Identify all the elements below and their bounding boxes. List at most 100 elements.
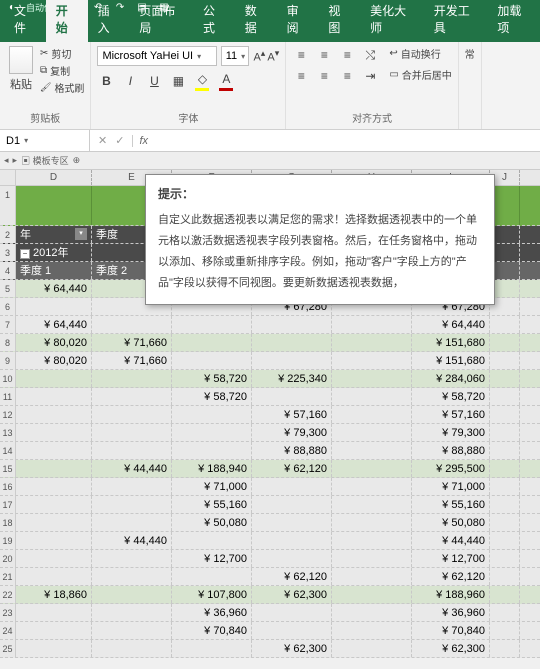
cell[interactable] [490,334,520,351]
cell[interactable] [490,352,520,369]
cell[interactable] [16,568,92,585]
row-header[interactable]: 6 [0,298,16,315]
cell[interactable] [332,478,412,495]
cell[interactable] [16,406,92,423]
cell[interactable]: ¥ 18,860 [16,586,92,603]
cell[interactable] [332,334,412,351]
font-name-combo[interactable]: Microsoft YaHei UI [97,46,217,66]
cell[interactable]: ¥ 57,160 [412,406,490,423]
row-header[interactable]: 7 [0,316,16,333]
cell[interactable]: ¥ 88,880 [252,442,332,459]
cell[interactable] [332,640,412,657]
cell[interactable] [172,352,252,369]
cell[interactable] [92,550,172,567]
cell[interactable]: ¥ 50,080 [412,514,490,531]
cell[interactable] [92,496,172,513]
cell[interactable] [332,514,412,531]
increase-font-icon[interactable]: A▴ [253,48,265,64]
cell[interactable] [332,370,412,387]
cell[interactable]: ¥ 44,440 [92,532,172,549]
cell[interactable] [172,424,252,441]
cell[interactable]: ¥ 58,720 [172,388,252,405]
name-box[interactable]: D1 [0,130,90,151]
cell[interactable] [16,478,92,495]
cell[interactable] [332,604,412,621]
cell[interactable] [172,334,252,351]
cell[interactable] [16,186,92,225]
cell[interactable] [490,442,520,459]
font-size-combo[interactable]: 11 [221,46,249,66]
cell[interactable]: ¥ 62,120 [252,568,332,585]
row-header[interactable]: 12 [0,406,16,423]
cell[interactable] [332,352,412,369]
row-header[interactable]: 21 [0,568,16,585]
align-top-icon[interactable]: ≡ [292,46,310,64]
align-middle-icon[interactable]: ≡ [315,46,333,64]
tab-加载项[interactable]: 加载项 [487,0,540,42]
cell[interactable] [252,478,332,495]
year-value[interactable]: −2012年 [16,244,92,261]
cell[interactable] [490,316,520,333]
merge-center-button[interactable]: ▭合并后居中 [389,67,451,82]
quarter-1[interactable]: 季度 1 [16,262,92,279]
cell[interactable] [92,586,172,603]
row-header[interactable]: 15 [0,460,16,477]
cell[interactable] [332,622,412,639]
cell[interactable]: ¥ 71,660 [92,334,172,351]
cell[interactable] [332,388,412,405]
cell[interactable]: ¥ 62,120 [252,460,332,477]
cell[interactable] [252,388,332,405]
row-header[interactable]: 2 [0,226,16,243]
cell[interactable] [490,460,520,477]
cell[interactable] [92,388,172,405]
nav-icon[interactable]: ▸ [13,155,18,166]
filter-icon[interactable]: ▾ [75,228,87,240]
select-all-corner[interactable] [0,170,16,185]
cell[interactable] [332,586,412,603]
cell[interactable] [16,460,92,477]
align-center-icon[interactable]: ≡ [315,67,333,85]
row-header[interactable]: 5 [0,280,16,297]
row-header[interactable]: 9 [0,352,16,369]
cell[interactable] [490,514,520,531]
cell[interactable] [16,298,92,315]
cell[interactable]: ¥ 79,300 [412,424,490,441]
cell[interactable] [490,622,520,639]
cell[interactable]: ¥ 284,060 [412,370,490,387]
cell[interactable] [92,640,172,657]
wrap-text-button[interactable]: ↩自动换行 [389,46,451,61]
cell[interactable] [490,640,520,657]
tab-公式[interactable]: 公式 [193,0,235,42]
cell[interactable] [252,622,332,639]
cell[interactable]: ¥ 62,300 [412,640,490,657]
cell[interactable]: ¥ 151,680 [412,352,490,369]
cell[interactable]: ¥ 12,700 [172,550,252,567]
cell[interactable]: ¥ 64,440 [16,280,92,297]
align-right-icon[interactable]: ≡ [338,67,356,85]
row-header[interactable]: 16 [0,478,16,495]
row-header[interactable]: 1 [0,186,16,225]
row-header[interactable]: 14 [0,442,16,459]
cell[interactable]: ¥ 107,800 [172,586,252,603]
cell[interactable] [172,532,252,549]
cell[interactable]: ¥ 225,340 [252,370,332,387]
cell[interactable] [490,568,520,585]
cell[interactable] [172,568,252,585]
cell[interactable] [92,406,172,423]
font-color-button[interactable]: A [217,72,235,90]
cell[interactable] [332,496,412,513]
cell[interactable] [490,424,520,441]
cell[interactable] [172,640,252,657]
align-left-icon[interactable]: ≡ [292,67,310,85]
cell[interactable] [16,514,92,531]
number-format[interactable]: 常 [465,46,475,61]
cell[interactable]: ¥ 58,720 [412,388,490,405]
tab-开发工具[interactable]: 开发工具 [424,0,488,42]
cell[interactable] [172,406,252,423]
cell[interactable]: ¥ 62,300 [252,640,332,657]
tab-插入[interactable]: 插入 [88,0,130,42]
cell[interactable] [172,442,252,459]
cell[interactable]: ¥ 58,720 [172,370,252,387]
indent-icon[interactable]: ⇥ [361,67,379,85]
cancel-icon[interactable]: ✕ [98,134,107,147]
